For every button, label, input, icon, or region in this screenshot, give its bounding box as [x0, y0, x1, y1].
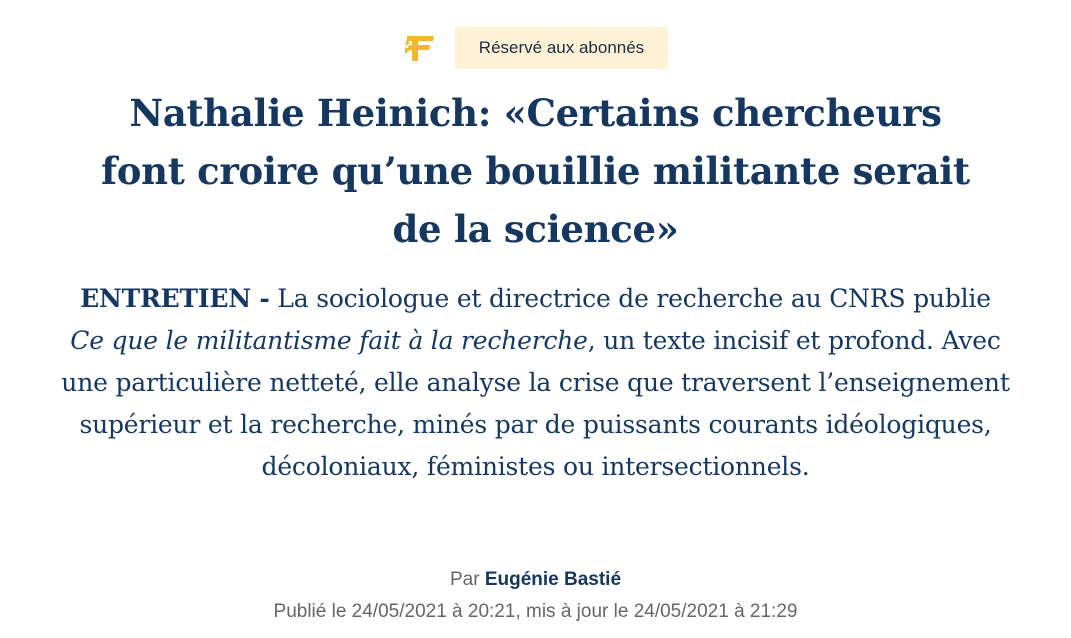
publication-dates: Publié le 24/05/2021 à 20:21, mis à jour…	[273, 601, 798, 622]
article-byline: Par Eugénie Bastié	[0, 566, 1071, 594]
chapo-text-before: La sociologue et directrice de recherche…	[269, 284, 991, 313]
headline-line-2: font croire qu’une bouillie militante se…	[101, 149, 970, 193]
subscriber-only-badge: Réservé aux abonnés	[454, 27, 669, 69]
byline-prefix: Par	[449, 569, 485, 590]
le-figaro-f-logo-icon[interactable]	[403, 30, 439, 66]
book-title: Ce que le militantisme fait à la recherc…	[70, 326, 588, 355]
author-link[interactable]: Eugénie Bastié	[485, 569, 621, 590]
article-headline: Nathalie Heinich: «Certains chercheurs fo…	[40, 84, 1031, 258]
article-kicker: ENTRETIEN -	[80, 284, 270, 313]
article-chapo: ENTRETIEN - La sociologue et directrice …	[60, 278, 1011, 488]
headline-line-1: Nathalie Heinich: «Certains chercheurs	[129, 91, 942, 135]
article-header-row: Réservé aux abonnés	[0, 27, 1071, 69]
headline-line-3: de la science»	[392, 207, 679, 251]
